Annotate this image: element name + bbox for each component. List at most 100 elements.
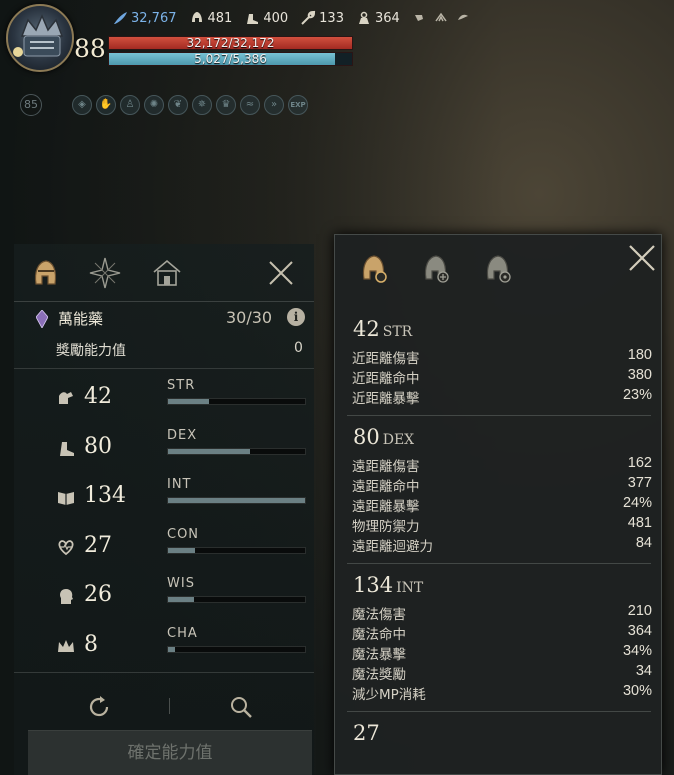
detail-row: 近距離傷害 180 [352,347,652,367]
hand-icon [414,15,423,21]
star-compass-icon [89,257,121,289]
stat-value: 42 [84,384,112,409]
stat-row-str: 42 STR [14,378,314,418]
buff-exp-icon[interactable]: EXP [288,95,308,115]
detail-value: 364 [627,623,652,639]
helmet-icon [191,12,202,22]
elixir-count: 30/30 [226,308,273,327]
elixir-gem-icon [36,310,48,328]
tab-star[interactable] [88,256,122,290]
helmet-gear-icon [362,255,387,283]
weight-resource: 364 [356,10,400,26]
buff-hand-icon[interactable]: ✋ [96,95,116,115]
detail-value: 30% [622,683,652,699]
section-abbr: STR [382,324,413,340]
stat-bar-fill [168,448,251,454]
claw-icon [435,12,447,22]
stat-bar-fill [168,498,305,503]
detail-row: 魔法傷害 210 [352,603,652,623]
tab-character[interactable] [28,256,62,290]
stat-abbr: STR [167,378,196,393]
section-header: 134 INT [353,573,423,597]
detail-value: 210 [627,603,652,619]
buff-speed-icon[interactable]: » [264,95,284,115]
arm-icon [59,392,73,404]
stat-bar-fill [168,597,195,602]
detail-value: 34 [635,663,652,679]
detail-label: 物理防禦力 [352,519,420,535]
head-icon [60,589,73,604]
section-value: 42 [353,317,380,341]
info-button[interactable]: i [287,308,305,326]
stat-value: 80 [84,433,112,459]
tab-house[interactable] [150,256,184,290]
bonus-row: 獎勵能力值 0 [14,336,314,362]
stat-value: 134 [84,483,126,508]
detail-row: 近距離命中 380 [352,367,652,387]
confirm-stats-button[interactable]: 確定能力值 [28,730,312,775]
detail-label: 減少MP消耗 [352,687,426,703]
stat-row-dex: 80 DEX [14,428,314,468]
stat-bar-fill [168,547,196,553]
helmet-dot-icon [486,255,511,283]
stat-abbr: CHA [167,625,198,641]
tab-other-stats[interactable] [481,251,515,285]
stat-allocation-panel: 萬能藥 30/30 i 獎勵能力值 0 42 STR 80 DEX 134 INT 27 CO… [14,244,314,775]
detail-label: 近距離傷害 [352,351,420,367]
detail-row: 物理防禦力 481 [352,515,652,535]
bonus-value: 0 [294,340,303,356]
detail-label: 近距離暴擊 [352,391,420,407]
hp-text: 32,172/32,172 [186,36,275,50]
section-abbr: DEX [382,432,415,448]
close-right-button[interactable] [627,243,657,273]
buff-shield-icon[interactable]: ◈ [72,95,92,115]
section-divider [347,415,651,416]
detail-label: 魔法獎勵 [352,667,406,683]
book-icon [58,492,74,505]
stat-bar [167,398,306,405]
reset-button[interactable] [86,694,112,720]
buff-lion-icon[interactable]: ♛ [216,95,236,115]
clan-emblem[interactable] [6,4,74,72]
speed-resource: 400 [244,10,288,26]
detail-value: 162 [627,455,652,471]
buff-person-icon[interactable]: ♙ [120,95,140,115]
tab-bonus-stats[interactable] [419,251,453,285]
weight-value: 364 [374,10,400,26]
section-header: 80 DEX [353,425,414,449]
close-icon [629,245,655,271]
buff-gear-icon[interactable]: ✺ [144,95,164,115]
tool-resource: 133 [300,10,344,26]
stat-row-int: 134 INT [14,477,314,517]
detail-label: 魔法傷害 [352,607,406,623]
search-button[interactable] [228,694,254,720]
feather-value: 32,767 [131,10,177,26]
stat-row-cha: 8 CHA [14,626,314,666]
magnifier-icon [231,697,252,718]
detail-value: 34% [622,643,652,659]
close-icon [269,261,293,285]
stat-bar [167,596,306,603]
refresh-icon [89,696,109,717]
detail-value: 24% [622,495,652,511]
buff-wave-icon[interactable]: ≈ [240,95,260,115]
detail-value: 481 [627,515,652,531]
sub-level-badge: 85 [20,94,42,116]
detail-label: 近距離命中 [352,371,420,387]
detail-label: 魔法命中 [352,627,406,643]
close-left-button[interactable] [266,258,296,288]
helmet-plus-icon [424,255,449,283]
section-value: 80 [353,425,380,449]
buff-dragon-icon[interactable]: ✵ [192,95,212,115]
detail-row: 魔法暴擊 34% [352,643,652,663]
elixir-row: 萬能藥 30/30 i [14,304,314,334]
detail-value: 180 [627,347,652,363]
buff-bird-icon[interactable]: ❦ [168,95,188,115]
section-abbr: INT [396,580,424,596]
detail-value: 84 [635,535,652,551]
speed-value: 400 [263,10,289,26]
tab-basic-stats[interactable] [357,251,391,285]
stat-detail-panel: 42 STR 近距離傷害 180 近距離命中 380 近距離暴擊 23% 80 DEX 遠距離傷害 1… [334,234,662,775]
wing-icon [457,14,468,20]
stat-bar-fill [168,399,210,404]
